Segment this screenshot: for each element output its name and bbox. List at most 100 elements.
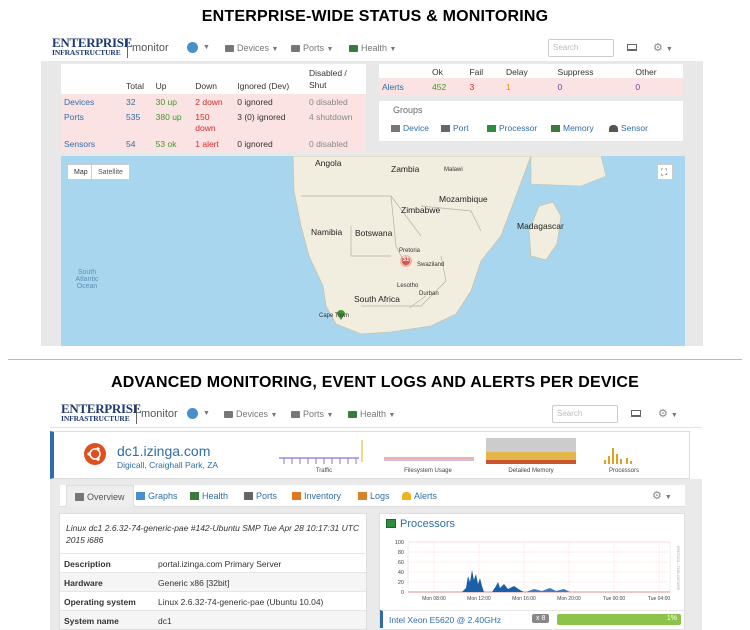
tab-alerts[interactable]: Alerts: [402, 491, 437, 501]
col-up: Up: [155, 81, 167, 91]
cell-ignored: 3 (0) ignored: [237, 112, 286, 122]
chevron-down-icon: ▼: [270, 412, 278, 419]
processor-icon: [487, 125, 496, 132]
health-icon: [349, 45, 358, 52]
chevron-down-icon[interactable]: ▼: [203, 44, 210, 51]
satellite-view-button[interactable]: Satellite: [91, 164, 130, 180]
alerts-summary-panel: Ok Fail Delay Suppress Other Alerts 452 …: [379, 64, 683, 96]
map-label-angola: Angola: [315, 158, 342, 168]
nav-devices[interactable]: Devices ▼: [224, 409, 277, 419]
tab-overview[interactable]: Overview: [66, 485, 134, 507]
tab-label: Ports: [256, 491, 278, 501]
inventory-icon: [292, 492, 301, 500]
cell-up: 30 up: [155, 97, 177, 107]
gear-icon[interactable]: ⚙ ▼: [658, 407, 678, 420]
laptop-icon[interactable]: [631, 410, 641, 417]
info-key: Operating system: [64, 597, 136, 607]
health-icon: [348, 411, 357, 418]
map-label-pretoria: Pretoria: [399, 248, 421, 254]
tab-health[interactable]: Health: [190, 491, 228, 501]
device-hostname[interactable]: dc1.izinga.com: [117, 443, 210, 459]
laptop-icon[interactable]: [627, 44, 637, 51]
cell-ignored: 0 ignored: [237, 97, 273, 107]
chevron-down-icon[interactable]: ▼: [203, 410, 210, 417]
chevron-down-icon: ▼: [389, 46, 397, 53]
tab-label: Health: [202, 491, 229, 501]
brand-line1: ENTERPRISE: [61, 401, 142, 416]
mini-graph-traffic: [279, 440, 363, 464]
globe-icon[interactable]: [187, 408, 198, 419]
search-input[interactable]: Search: [548, 39, 614, 57]
server-icon: [391, 125, 400, 132]
nav-devices[interactable]: Devices ▼: [225, 43, 278, 53]
map-label-namibia: Namibia: [311, 227, 343, 237]
mini-graph-label: Filesystem Usage: [404, 468, 452, 474]
tab-logs[interactable]: Logs: [358, 491, 390, 501]
device-map[interactable]: Map Satellite ⛶ Angola Zambia Malawi Zim…: [61, 156, 685, 346]
cell-suppress: 0: [557, 82, 563, 92]
group-device[interactable]: Device: [391, 123, 429, 133]
navbar-device: ENTERPRISE INFRASTRUCTURE monitor ▼ Devi…: [50, 402, 702, 428]
col-down: Down: [195, 81, 217, 91]
processor-icon: [386, 519, 396, 528]
row-label-ports[interactable]: Ports: [61, 110, 123, 136]
section-divider: [8, 359, 742, 360]
tab-ports[interactable]: Ports: [244, 491, 277, 501]
port-icon: [291, 411, 300, 418]
group-processor[interactable]: Processor: [487, 123, 537, 133]
x-tick-label: Mon 08:00: [422, 596, 446, 602]
tab-graphs[interactable]: Graphs: [136, 491, 178, 501]
top-heading: ENTERPRISE-WIDE STATUS & MONITORING: [201, 8, 549, 25]
brand-separator: [136, 404, 137, 424]
alerts-table: Ok Fail Delay Suppress Other Alerts 452 …: [379, 64, 683, 96]
device-tabs: Overview Graphs Health Ports Inventory L…: [60, 485, 685, 507]
fullscreen-icon[interactable]: ⛶: [657, 164, 673, 180]
nav-ports-label: Ports: [303, 43, 325, 53]
server-icon: [225, 45, 234, 52]
row-label-sensors[interactable]: Sensors: [61, 136, 123, 152]
col-ok: Ok: [432, 67, 443, 77]
cell-ignored: 0 ignored: [237, 139, 273, 149]
health-icon: [190, 492, 199, 500]
map-label-botswana: Botswana: [355, 228, 393, 238]
groups-title: Groups: [393, 105, 423, 115]
info-value: dc1: [158, 616, 172, 626]
cpu-name[interactable]: Intel Xeon E5620 @ 2.40GHz: [389, 615, 501, 625]
search-input[interactable]: Search: [552, 405, 618, 423]
cell-down: 150 down: [195, 112, 216, 133]
cell-other: 0: [635, 82, 641, 92]
gear-icon[interactable]: ⚙ ▼: [652, 489, 672, 502]
nav-health-label: Health: [361, 43, 388, 53]
gear-icon[interactable]: ⚙ ▼: [653, 41, 673, 54]
tab-inventory[interactable]: Inventory: [292, 491, 341, 501]
nav-health[interactable]: Health ▼: [348, 409, 395, 419]
chevron-down-icon: ▼: [326, 412, 334, 419]
nav-health[interactable]: Health ▼: [349, 43, 396, 53]
cell-fail: 3: [469, 82, 475, 92]
y-tick-label: 20: [398, 580, 404, 586]
row-label-alerts[interactable]: Alerts: [379, 78, 429, 96]
nav-ports[interactable]: Ports ▼: [291, 43, 333, 53]
map-label-mozambique: Mozambique: [439, 194, 488, 204]
globe-icon[interactable]: [187, 42, 198, 53]
group-memory[interactable]: Memory: [551, 123, 594, 133]
brand-logo[interactable]: ENTERPRISE INFRASTRUCTURE: [61, 401, 142, 424]
cell-up: 53 ok: [155, 139, 177, 149]
chevron-down-icon: ▼: [271, 46, 279, 53]
cluster-count[interactable]: 31: [400, 257, 412, 263]
cpu-row[interactable]: Intel Xeon E5620 @ 2.40GHz x 8 1%: [380, 610, 684, 628]
mini-graphs[interactable]: [274, 436, 684, 470]
cell-disabled: 0 disabled: [309, 97, 348, 107]
group-sensor[interactable]: Sensor: [609, 123, 648, 133]
y-tick-label: 0: [401, 590, 404, 596]
row-label-devices[interactable]: Devices: [61, 94, 123, 110]
mini-graph-label: Traffic: [315, 468, 333, 474]
cell-total: 54: [126, 139, 136, 149]
nav-ports[interactable]: Ports ▼: [291, 409, 333, 419]
processor-graph[interactable]: 100 80 60 40 20 0 Mon 08:00 Mon 12:00 Mo…: [384, 536, 682, 608]
group-port[interactable]: Port: [441, 123, 469, 133]
y-tick-label: 100: [395, 540, 404, 546]
brand-logo[interactable]: ENTERPRISE INFRASTRUCTURE: [52, 36, 132, 58]
col-disabled: Disabled / Shut: [309, 68, 347, 90]
cell-up: 380 up: [155, 112, 182, 122]
